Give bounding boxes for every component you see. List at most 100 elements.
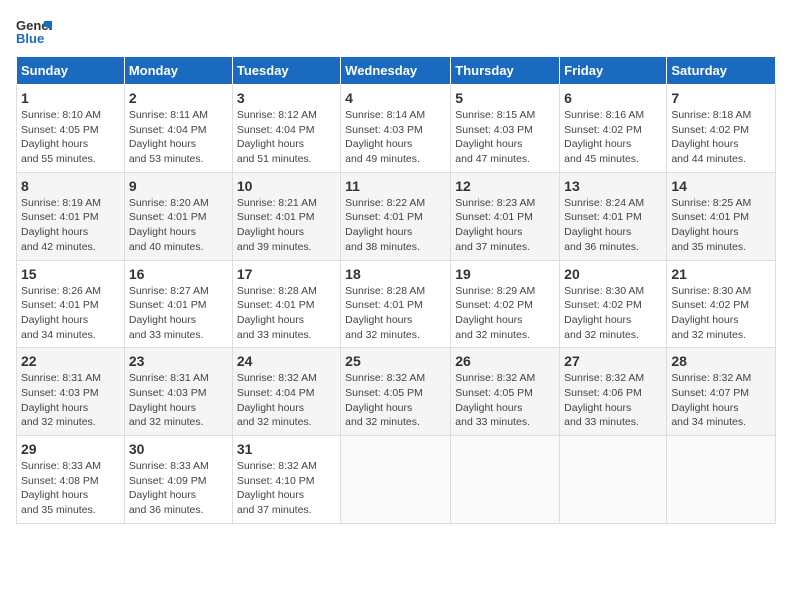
weekday-header-saturday: Saturday	[667, 57, 776, 85]
day-number: 22	[21, 353, 120, 369]
calendar-cell	[560, 436, 667, 524]
weekday-header-thursday: Thursday	[451, 57, 560, 85]
calendar-cell: 6 Sunrise: 8:16 AMSunset: 4:02 PMDaylight…	[560, 85, 667, 173]
day-info: Sunrise: 8:16 AMSunset: 4:02 PMDaylight …	[564, 108, 662, 167]
calendar-cell: 7 Sunrise: 8:18 AMSunset: 4:02 PMDaylight…	[667, 85, 776, 173]
weekday-header-monday: Monday	[124, 57, 232, 85]
day-number: 18	[345, 266, 446, 282]
calendar-cell: 20 Sunrise: 8:30 AMSunset: 4:02 PMDayligh…	[560, 260, 667, 348]
day-number: 10	[237, 178, 336, 194]
day-number: 13	[564, 178, 662, 194]
day-number: 5	[455, 90, 555, 106]
day-info: Sunrise: 8:27 AMSunset: 4:01 PMDaylight …	[129, 284, 228, 343]
day-info: Sunrise: 8:22 AMSunset: 4:01 PMDaylight …	[345, 196, 446, 255]
calendar-cell: 25 Sunrise: 8:32 AMSunset: 4:05 PMDayligh…	[341, 348, 451, 436]
day-info: Sunrise: 8:32 AMSunset: 4:10 PMDaylight …	[237, 459, 336, 518]
calendar-cell: 3Sunrise: 8:12 AMSunset: 4:04 PMDaylight…	[232, 85, 340, 173]
weekday-header-row: SundayMondayTuesdayWednesdayThursdayFrid…	[17, 57, 776, 85]
day-number: 2	[129, 90, 228, 106]
day-number: 30	[129, 441, 228, 457]
page-header: General Blue	[16, 16, 776, 46]
day-info: Sunrise: 8:31 AMSunset: 4:03 PMDaylight …	[21, 371, 120, 430]
calendar-cell: 18 Sunrise: 8:28 AMSunset: 4:01 PMDayligh…	[341, 260, 451, 348]
day-info: Sunrise: 8:24 AMSunset: 4:01 PMDaylight …	[564, 196, 662, 255]
weekday-header-friday: Friday	[560, 57, 667, 85]
day-number: 6	[564, 90, 662, 106]
day-number: 15	[21, 266, 120, 282]
day-info: Sunrise: 8:32 AMSunset: 4:04 PMDaylight …	[237, 371, 336, 430]
day-info: Sunrise: 8:29 AMSunset: 4:02 PMDaylight …	[455, 284, 555, 343]
day-info: Sunrise: 8:12 AMSunset: 4:04 PMDaylight …	[237, 108, 336, 167]
day-number: 4	[345, 90, 446, 106]
calendar-cell: 11 Sunrise: 8:22 AMSunset: 4:01 PMDayligh…	[341, 172, 451, 260]
day-number: 19	[455, 266, 555, 282]
day-number: 9	[129, 178, 228, 194]
day-number: 27	[564, 353, 662, 369]
week-row-1: 1 Sunrise: 8:10 AMSunset: 4:05 PMDaylight…	[17, 85, 776, 173]
day-info: Sunrise: 8:21 AMSunset: 4:01 PMDaylight …	[237, 196, 336, 255]
day-number: 16	[129, 266, 228, 282]
weekday-header-sunday: Sunday	[17, 57, 125, 85]
week-row-2: 8 Sunrise: 8:19 AMSunset: 4:01 PMDaylight…	[17, 172, 776, 260]
day-info: Sunrise: 8:19 AMSunset: 4:01 PMDaylight …	[21, 196, 120, 255]
day-info: Sunrise: 8:23 AMSunset: 4:01 PMDaylight …	[455, 196, 555, 255]
calendar-cell: 17Sunrise: 8:28 AMSunset: 4:01 PMDayligh…	[232, 260, 340, 348]
day-number: 26	[455, 353, 555, 369]
calendar-cell: 10 Sunrise: 8:21 AMSunset: 4:01 PMDayligh…	[232, 172, 340, 260]
day-number: 20	[564, 266, 662, 282]
day-number: 12	[455, 178, 555, 194]
week-row-5: 29 Sunrise: 8:33 AMSunset: 4:08 PMDayligh…	[17, 436, 776, 524]
day-info: Sunrise: 8:33 AMSunset: 4:09 PMDaylight …	[129, 459, 228, 518]
day-number: 14	[671, 178, 771, 194]
calendar-cell: 29 Sunrise: 8:33 AMSunset: 4:08 PMDayligh…	[17, 436, 125, 524]
calendar-cell: 5 Sunrise: 8:15 AMSunset: 4:03 PMDaylight…	[451, 85, 560, 173]
day-info: Sunrise: 8:33 AMSunset: 4:08 PMDaylight …	[21, 459, 120, 518]
day-number: 11	[345, 178, 446, 194]
day-number: 28	[671, 353, 771, 369]
logo-icon: General Blue	[16, 16, 52, 46]
day-number: 29	[21, 441, 120, 457]
calendar-cell: 14Sunrise: 8:25 AMSunset: 4:01 PMDayligh…	[667, 172, 776, 260]
calendar-cell: 22 Sunrise: 8:31 AMSunset: 4:03 PMDayligh…	[17, 348, 125, 436]
day-info: Sunrise: 8:28 AMSunset: 4:01 PMDaylight …	[237, 284, 336, 343]
day-number: 31	[237, 441, 336, 457]
calendar-cell: 19 Sunrise: 8:29 AMSunset: 4:02 PMDayligh…	[451, 260, 560, 348]
calendar-cell: 26Sunrise: 8:32 AMSunset: 4:05 PMDayligh…	[451, 348, 560, 436]
calendar-cell: 12 Sunrise: 8:23 AMSunset: 4:01 PMDayligh…	[451, 172, 560, 260]
day-info: Sunrise: 8:30 AMSunset: 4:02 PMDaylight …	[564, 284, 662, 343]
logo: General Blue	[16, 16, 56, 46]
day-info: Sunrise: 8:11 AMSunset: 4:04 PMDaylight …	[129, 108, 228, 167]
day-number: 8	[21, 178, 120, 194]
calendar-cell: 8 Sunrise: 8:19 AMSunset: 4:01 PMDaylight…	[17, 172, 125, 260]
day-info: Sunrise: 8:15 AMSunset: 4:03 PMDaylight …	[455, 108, 555, 167]
day-info: Sunrise: 8:18 AMSunset: 4:02 PMDaylight …	[671, 108, 771, 167]
day-info: Sunrise: 8:30 AMSunset: 4:02 PMDaylight …	[671, 284, 771, 343]
day-info: Sunrise: 8:32 AMSunset: 4:06 PMDaylight …	[564, 371, 662, 430]
calendar-cell: 31 Sunrise: 8:32 AMSunset: 4:10 PMDayligh…	[232, 436, 340, 524]
calendar-cell: 30 Sunrise: 8:33 AMSunset: 4:09 PMDayligh…	[124, 436, 232, 524]
day-number: 7	[671, 90, 771, 106]
calendar-cell: 21 Sunrise: 8:30 AMSunset: 4:02 PMDayligh…	[667, 260, 776, 348]
calendar-cell: 9 Sunrise: 8:20 AMSunset: 4:01 PMDaylight…	[124, 172, 232, 260]
week-row-4: 22 Sunrise: 8:31 AMSunset: 4:03 PMDayligh…	[17, 348, 776, 436]
day-info: Sunrise: 8:20 AMSunset: 4:01 PMDaylight …	[129, 196, 228, 255]
calendar-cell: 4 Sunrise: 8:14 AMSunset: 4:03 PMDaylight…	[341, 85, 451, 173]
day-number: 1	[21, 90, 120, 106]
day-info: Sunrise: 8:28 AMSunset: 4:01 PMDaylight …	[345, 284, 446, 343]
calendar-cell	[667, 436, 776, 524]
calendar-cell: 13 Sunrise: 8:24 AMSunset: 4:01 PMDayligh…	[560, 172, 667, 260]
calendar-cell: 16 Sunrise: 8:27 AMSunset: 4:01 PMDayligh…	[124, 260, 232, 348]
calendar-cell: 23Sunrise: 8:31 AMSunset: 4:03 PMDayligh…	[124, 348, 232, 436]
svg-text:Blue: Blue	[16, 31, 44, 46]
day-number: 25	[345, 353, 446, 369]
calendar-cell	[451, 436, 560, 524]
calendar-cell: 15 Sunrise: 8:26 AMSunset: 4:01 PMDayligh…	[17, 260, 125, 348]
day-number: 21	[671, 266, 771, 282]
calendar-cell: 1 Sunrise: 8:10 AMSunset: 4:05 PMDaylight…	[17, 85, 125, 173]
day-info: Sunrise: 8:32 AMSunset: 4:05 PMDaylight …	[345, 371, 446, 430]
week-row-3: 15 Sunrise: 8:26 AMSunset: 4:01 PMDayligh…	[17, 260, 776, 348]
day-info: Sunrise: 8:14 AMSunset: 4:03 PMDaylight …	[345, 108, 446, 167]
day-info: Sunrise: 8:32 AMSunset: 4:07 PMDaylight …	[671, 371, 771, 430]
day-info: Sunrise: 8:10 AMSunset: 4:05 PMDaylight …	[21, 108, 120, 167]
day-info: Sunrise: 8:26 AMSunset: 4:01 PMDaylight …	[21, 284, 120, 343]
